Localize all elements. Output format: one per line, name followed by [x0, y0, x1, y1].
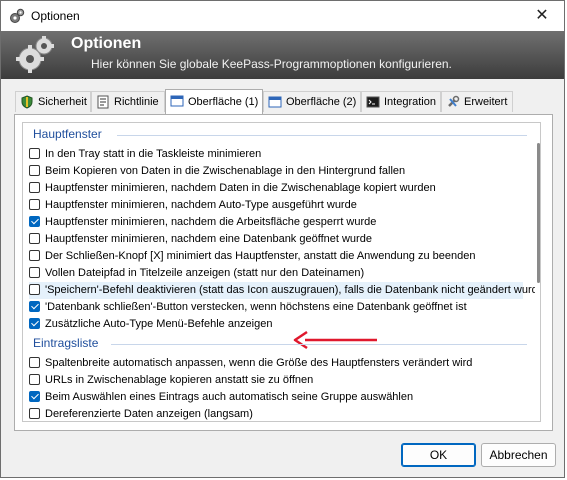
- option-item[interactable]: Hauptfenster minimieren, nachdem die Arb…: [29, 214, 523, 231]
- option-item[interactable]: 'Datenbank schließen'-Button verstecken,…: [29, 299, 523, 316]
- option-checkbox[interactable]: [29, 284, 40, 295]
- close-button[interactable]: ✕: [520, 1, 564, 31]
- window-icon: [170, 95, 184, 107]
- option-item[interactable]: Dereferenzierte Daten anzeigen (langsam): [29, 406, 523, 421]
- option-item[interactable]: Hauptfenster minimieren, nachdem eine Da…: [29, 231, 523, 248]
- option-item[interactable]: Der Schließen-Knopf [X] minimiert das Ha…: [29, 248, 523, 265]
- option-item[interactable]: In den Tray statt in die Taskleiste mini…: [29, 146, 523, 163]
- policy-icon: [97, 95, 109, 109]
- option-item-highlighted[interactable]: 'Speichern'-Befehl deaktivieren (statt d…: [29, 282, 540, 299]
- tab-label: Sicherheit: [38, 96, 87, 108]
- tab-sicherheit[interactable]: Sicherheit: [15, 91, 91, 112]
- option-item[interactable]: URLs in Zwischenablage kopieren anstatt …: [29, 372, 523, 389]
- tab-label: Richtlinie: [114, 96, 159, 108]
- option-label: URLs in Zwischenablage kopieren anstatt …: [45, 374, 314, 386]
- option-item[interactable]: Hauptfenster minimieren, nachdem Daten i…: [29, 180, 523, 197]
- options-list[interactable]: Hauptfenster In den Tray statt in die Ta…: [22, 122, 541, 422]
- option-checkbox[interactable]: [29, 267, 40, 278]
- option-checkbox[interactable]: [29, 165, 40, 176]
- terminal-icon: [366, 96, 380, 108]
- option-checkbox[interactable]: [29, 318, 40, 329]
- title-bar: Optionen ✕: [1, 1, 564, 31]
- option-checkbox[interactable]: [29, 374, 40, 385]
- option-item[interactable]: Zusätzliche Auto-Type Menü-Befehle anzei…: [29, 316, 523, 333]
- option-label: Beim Auswählen eines Eintrags auch autom…: [45, 391, 414, 403]
- option-label: Der Schließen-Knopf [X] minimiert das Ha…: [45, 250, 476, 262]
- tab-erweitert[interactable]: Erweitert: [441, 91, 513, 112]
- option-label: Hauptfenster minimieren, nachdem Auto-Ty…: [45, 199, 357, 211]
- tab-integration[interactable]: Integration: [361, 91, 441, 112]
- tab-oberflaeche-2[interactable]: Oberfläche (2): [263, 91, 361, 112]
- scrollbar-thumb[interactable]: [537, 143, 540, 283]
- tab-label: Oberfläche (1): [188, 96, 259, 108]
- tab-oberflaeche-1[interactable]: Oberfläche (1): [165, 89, 263, 114]
- keepass-gear-icon: [10, 8, 25, 23]
- option-label: Beim Kopieren von Daten in die Zwischena…: [45, 165, 406, 177]
- option-label: In den Tray statt in die Taskleiste mini…: [45, 148, 262, 160]
- option-item[interactable]: Beim Kopieren von Daten in die Zwischena…: [29, 163, 523, 180]
- option-checkbox[interactable]: [29, 250, 40, 261]
- list-scrollbar[interactable]: [535, 123, 540, 421]
- section-divider: [117, 135, 527, 136]
- option-item[interactable]: Vollen Dateipfad in Titelzeile anzeigen …: [29, 265, 523, 282]
- section-header-hauptfenster: Hauptfenster: [33, 127, 102, 141]
- option-label: 'Datenbank schließen'-Button verstecken,…: [45, 301, 467, 313]
- header-banner: Optionen Hier können Sie globale KeePass…: [1, 31, 564, 79]
- section-divider: [111, 344, 527, 345]
- shield-icon: [21, 95, 33, 109]
- option-checkbox[interactable]: [29, 408, 40, 419]
- section-header-eintragsliste: Eintragsliste: [33, 336, 99, 350]
- option-item[interactable]: Beim Auswählen eines Eintrags auch autom…: [29, 389, 523, 406]
- option-item[interactable]: Spaltenbreite automatisch anpassen, wenn…: [29, 355, 523, 372]
- close-icon: ✕: [535, 7, 549, 24]
- tab-label: Integration: [384, 96, 436, 108]
- option-checkbox[interactable]: [29, 182, 40, 193]
- tab-label: Erweitert: [464, 96, 508, 108]
- window-title: Optionen: [31, 9, 80, 23]
- ok-button[interactable]: OK: [401, 443, 476, 467]
- option-checkbox[interactable]: [29, 391, 40, 402]
- option-checkbox[interactable]: [29, 199, 40, 210]
- annotation-arrow-icon: [293, 330, 377, 350]
- option-checkbox[interactable]: [29, 216, 40, 227]
- gears-icon: [16, 36, 54, 73]
- option-item[interactable]: Hauptfenster minimieren, nachdem Auto-Ty…: [29, 197, 523, 214]
- option-checkbox[interactable]: [29, 148, 40, 159]
- option-label: 'Speichern'-Befehl deaktivieren (statt d…: [45, 284, 541, 296]
- option-label: Spaltenbreite automatisch anpassen, wenn…: [45, 357, 473, 369]
- banner-title: Optionen: [71, 35, 142, 52]
- window-icon: [268, 96, 282, 108]
- option-label: Hauptfenster minimieren, nachdem die Arb…: [45, 216, 377, 228]
- cancel-button[interactable]: Abbrechen: [481, 443, 556, 467]
- tab-label: Oberfläche (2): [286, 96, 357, 108]
- tab-strip: Sicherheit Richtlinie Oberfläche (1) Obe…: [15, 89, 554, 115]
- options-window: Optionen ✕ Optionen Hier können Sie glob…: [0, 0, 565, 478]
- option-label: Zusätzliche Auto-Type Menü-Befehle anzei…: [45, 318, 273, 330]
- tab-panel-oberflaeche-1: Hauptfenster In den Tray statt in die Ta…: [14, 114, 553, 431]
- option-label: Dereferenzierte Daten anzeigen (langsam): [45, 408, 253, 420]
- option-label: Vollen Dateipfad in Titelzeile anzeigen …: [45, 267, 365, 279]
- tools-icon: [448, 95, 460, 107]
- option-label: Hauptfenster minimieren, nachdem Daten i…: [45, 182, 436, 194]
- option-checkbox[interactable]: [29, 233, 40, 244]
- option-label: Hauptfenster minimieren, nachdem eine Da…: [45, 233, 372, 245]
- option-checkbox[interactable]: [29, 301, 40, 312]
- banner-subtitle: Hier können Sie globale KeePass-Programm…: [91, 57, 452, 71]
- option-checkbox[interactable]: [29, 357, 40, 368]
- tab-richtlinie[interactable]: Richtlinie: [91, 91, 165, 112]
